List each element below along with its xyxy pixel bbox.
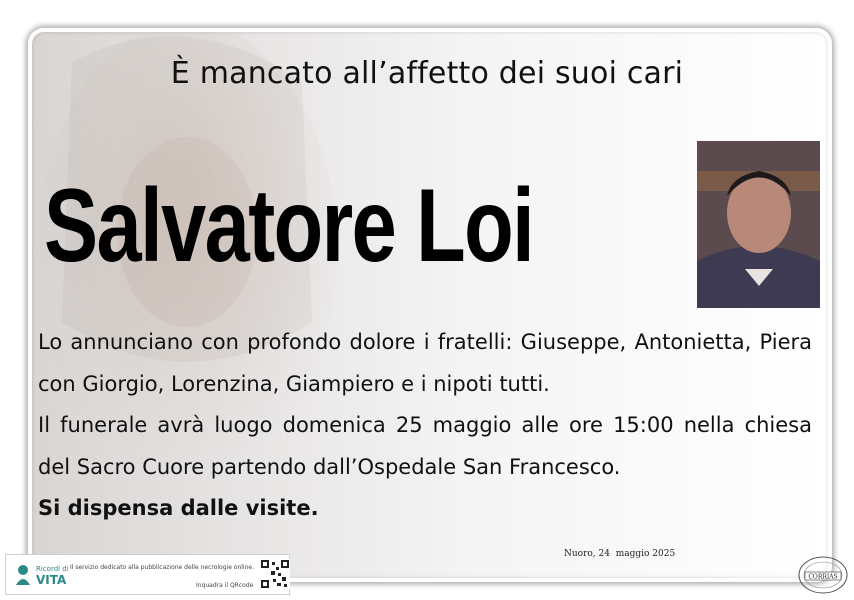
corrias-seal-icon: CORRIAS xyxy=(798,556,848,594)
announcement-closing: Si dispensa dalle visite. xyxy=(38,496,319,520)
qr-code-icon[interactable] xyxy=(260,559,290,589)
notice-date: Nuoro, 24 maggio 2025 xyxy=(564,549,676,559)
brand-name: VITA xyxy=(36,573,67,587)
announcement-funeral: Il funerale avrà luogo domenica 25 maggi… xyxy=(38,413,812,479)
qr-hint: Inquadra il QRcode xyxy=(196,582,254,589)
deceased-photo xyxy=(697,141,820,308)
service-description: Il servizio dedicato alla pubblicazione … xyxy=(70,564,254,571)
notice-heading: È mancato all’affetto dei suoi cari xyxy=(170,56,684,91)
ricordi-di-vita-logo-icon xyxy=(16,565,30,585)
brand-small-text: Ricordi di xyxy=(36,565,69,573)
deceased-name: Salvatore Loi xyxy=(44,168,535,284)
ricordi-di-vita-banner[interactable]: Ricordi di VITA Il servizio dedicato all… xyxy=(5,554,290,595)
seal-text: CORRIAS xyxy=(808,574,837,581)
announcement-family: Lo annunciano con profondo dolore i frat… xyxy=(38,330,812,396)
announcement-body: Lo annunciano con profondo dolore i frat… xyxy=(38,322,812,530)
